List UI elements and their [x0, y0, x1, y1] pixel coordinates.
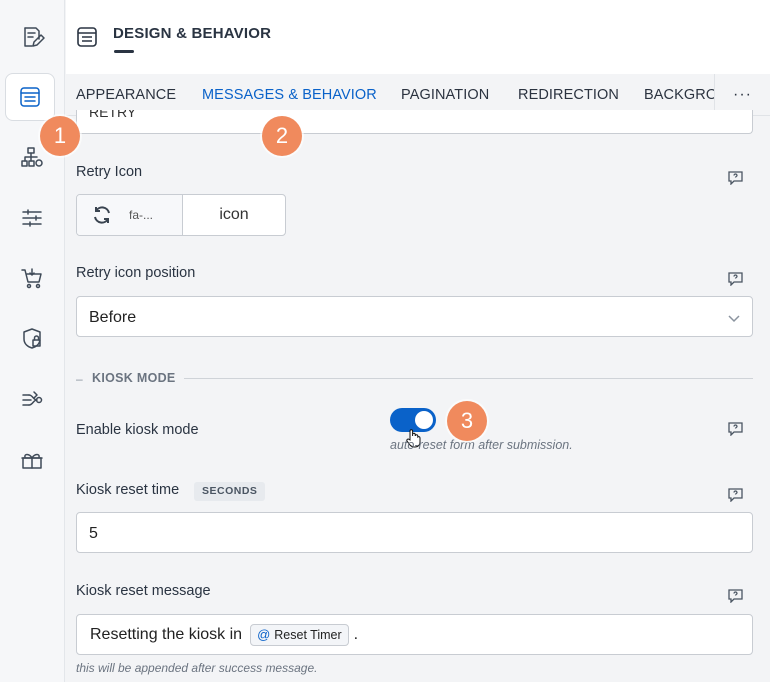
- help-icon[interactable]: [728, 422, 743, 437]
- cart-icon[interactable]: [12, 258, 52, 298]
- integrations-icon[interactable]: [12, 380, 52, 420]
- tab-pagination[interactable]: PAGINATION: [401, 87, 489, 103]
- step-marker-3: 3: [447, 401, 487, 441]
- gift-box-icon[interactable]: [12, 440, 52, 480]
- retry-text-value: RETRY: [89, 110, 137, 120]
- page-title: DESIGN & BEHAVIOR: [113, 25, 272, 42]
- help-icon[interactable]: [728, 272, 743, 287]
- retry-icon-position-label: Retry icon position: [76, 265, 196, 281]
- retry-icon-preview[interactable]: fa-...: [77, 195, 183, 235]
- reset-timer-tag[interactable]: @ Reset Timer: [250, 623, 349, 646]
- tab-redirection[interactable]: REDIRECTION: [518, 87, 619, 103]
- help-icon[interactable]: [728, 488, 743, 503]
- edit-form-icon[interactable]: [12, 17, 52, 57]
- section-divider: [184, 378, 753, 379]
- toggle-knob: [415, 411, 433, 429]
- message-suffix: .: [353, 625, 359, 643]
- retry-icon-type[interactable]: icon: [183, 195, 285, 235]
- sidebar: [0, 0, 65, 682]
- shield-lock-icon[interactable]: [12, 319, 52, 359]
- enable-kiosk-label: Enable kiosk mode: [76, 422, 199, 438]
- form-layout-icon: [76, 26, 98, 48]
- retry-icon-position-select[interactable]: Before: [76, 296, 753, 337]
- kiosk-mode-section[interactable]: – KIOSK MODE: [76, 371, 753, 387]
- step-marker-2: 2: [262, 116, 302, 156]
- kiosk-reset-time-input[interactable]: 5: [76, 512, 753, 553]
- help-icon[interactable]: [728, 589, 743, 604]
- kiosk-reset-time-value: 5: [89, 525, 98, 542]
- retry-text-field[interactable]: RETRY: [76, 110, 753, 134]
- section-collapse-icon[interactable]: –: [76, 372, 83, 386]
- kiosk-reset-message-input[interactable]: Resetting the kiosk in @ Reset Timer .: [76, 614, 753, 655]
- tab-appearance[interactable]: APPEARANCE: [76, 87, 176, 103]
- message-prefix: Resetting the kiosk in: [90, 625, 243, 643]
- form-layout-icon[interactable]: [5, 73, 55, 121]
- tag-label: Reset Timer: [274, 627, 342, 642]
- retry-icon-label: Retry Icon: [76, 164, 143, 180]
- retry-icon-value: fa-...: [129, 208, 154, 222]
- section-title: KIOSK MODE: [92, 371, 176, 385]
- chevron-down-icon: [728, 311, 740, 323]
- seconds-badge: SECONDS: [194, 482, 266, 501]
- kiosk-reset-time-label: Kiosk reset time: [76, 482, 180, 498]
- sliders-icon[interactable]: [12, 198, 52, 238]
- kiosk-reset-message-label: Kiosk reset message: [76, 583, 211, 599]
- at-symbol-icon: @: [257, 627, 271, 642]
- title-underline: [114, 50, 134, 53]
- tab-messages-behavior[interactable]: MESSAGES & BEHAVIOR: [202, 87, 377, 103]
- kiosk-reset-message-hint: this will be appended after success mess…: [76, 661, 318, 675]
- page-header: DESIGN & BEHAVIOR: [66, 0, 770, 74]
- more-tabs-button[interactable]: ···: [714, 74, 770, 115]
- step-marker-1: 1: [40, 116, 80, 156]
- refresh-icon: [94, 206, 110, 224]
- enable-kiosk-hint: auto-reset form after submission.: [390, 438, 573, 452]
- retry-icon-picker[interactable]: fa-... icon: [76, 194, 286, 236]
- tab-background[interactable]: BACKGRO: [644, 87, 717, 103]
- retry-icon-position-value: Before: [89, 309, 137, 326]
- help-icon[interactable]: [728, 171, 743, 186]
